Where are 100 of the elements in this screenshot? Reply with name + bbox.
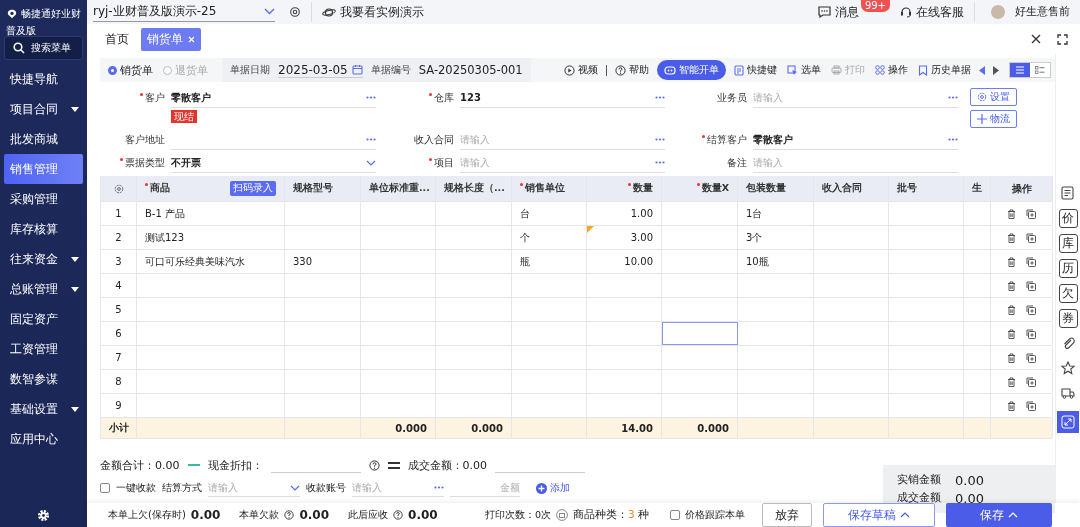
input-field[interactable]: 123 [460, 88, 665, 108]
copy-add-icon[interactable] [1026, 256, 1036, 267]
toolbar-button[interactable]: 快捷键 [732, 63, 779, 77]
side-tool-button[interactable]: 券 [1058, 308, 1078, 328]
trash-icon[interactable] [1007, 400, 1016, 411]
toolbar-button[interactable]: 选单 [785, 63, 823, 77]
copy-add-icon[interactable] [1026, 352, 1036, 363]
toolbar-button[interactable]: 操作 [873, 63, 910, 77]
stat-label: 本单欠款 [239, 508, 280, 522]
view-toggle[interactable] [1010, 63, 1030, 77]
required-marker [429, 93, 432, 96]
side-tool-button[interactable]: 欠 [1058, 283, 1078, 303]
scan-entry-button[interactable]: 扫码录入 [230, 181, 276, 196]
grid-icon [875, 65, 885, 75]
more-icon[interactable] [948, 138, 958, 141]
date-field[interactable]: 2025-03-05 [278, 62, 363, 78]
toolbar-button[interactable]: 视频 [562, 63, 600, 77]
expand-button[interactable] [1057, 411, 1079, 433]
account-select[interactable]: ryj-业财普及版演示-25 [93, 2, 275, 22]
trash-icon[interactable] [1007, 232, 1016, 243]
paperclip-icon[interactable] [1061, 336, 1075, 350]
caret-icon [71, 106, 79, 112]
copy-add-icon[interactable] [1026, 232, 1036, 243]
trash-icon[interactable] [1007, 352, 1016, 363]
discard-button[interactable]: 放弃 [762, 503, 812, 527]
copy-add-icon[interactable] [1026, 400, 1036, 411]
summary-value: 0.00 [955, 472, 984, 488]
nav-item[interactable]: 工资管理 [0, 334, 87, 364]
copy-add-icon[interactable] [1026, 208, 1036, 219]
menu-search-button[interactable]: 搜索菜单 [4, 36, 83, 60]
nav-item[interactable]: 销售管理 [4, 154, 83, 184]
save-draft-button[interactable]: 保存草稿 [823, 503, 935, 527]
more-icon[interactable] [655, 138, 665, 141]
copy-add-icon[interactable] [1026, 328, 1036, 339]
star-icon[interactable] [1061, 361, 1075, 375]
support-link[interactable]: 在线客服 [900, 4, 964, 20]
selected-cell[interactable] [662, 322, 738, 345]
page-tab[interactable]: 销货单 [141, 27, 201, 51]
trash-icon[interactable] [1007, 304, 1016, 315]
table-cell: 个 [520, 230, 530, 245]
settings-icon[interactable] [289, 6, 301, 18]
messages-link[interactable]: 消息 [817, 4, 859, 20]
more-icon[interactable] [366, 138, 376, 141]
nav-item[interactable]: 库存核算 [0, 214, 87, 244]
nav-item[interactable]: 快捷导航 [0, 64, 87, 94]
toolbar-button[interactable]: 帮助 [613, 63, 651, 77]
previous-icon[interactable] [979, 65, 986, 75]
column-header: 商品 [145, 182, 170, 195]
nav-item[interactable]: 固定资产 [0, 304, 87, 334]
view-toggle[interactable] [1030, 63, 1050, 77]
nav-item[interactable]: 应用中心 [0, 424, 87, 454]
nav-item[interactable]: 基础设置 [0, 394, 87, 424]
more-icon[interactable] [655, 96, 665, 99]
fullscreen-icon[interactable] [1057, 33, 1068, 45]
copy-add-icon[interactable] [1026, 376, 1036, 387]
stat-value: 0.00 [299, 508, 330, 522]
nav-item[interactable]: 采购管理 [0, 184, 87, 214]
table-cell: 1台 [746, 206, 763, 221]
caret-up-icon [900, 512, 910, 518]
input-field[interactable]: 零散客户 [171, 88, 376, 108]
help-icon[interactable] [284, 510, 295, 520]
page-tab[interactable]: 首页 [99, 27, 135, 51]
copy-add-icon[interactable] [1026, 280, 1036, 291]
side-tool-button[interactable]: 历 [1058, 258, 1078, 278]
nav-item[interactable]: 往来资金 [0, 244, 87, 274]
outline-button[interactable]: 设置 [970, 88, 1017, 106]
nav-item[interactable]: 项目合同 [0, 94, 87, 124]
chat-icon [817, 6, 831, 18]
trash-icon[interactable] [1007, 280, 1016, 291]
more-icon[interactable] [655, 161, 665, 164]
chevron-down-icon[interactable] [366, 159, 376, 166]
side-tool-button[interactable]: 库 [1058, 233, 1078, 253]
checkbox[interactable] [670, 510, 680, 520]
smart-order-button[interactable]: 智能开单 [657, 60, 726, 80]
side-tool-button[interactable]: 价 [1058, 208, 1078, 228]
nav-item[interactable]: 总账管理 [0, 274, 87, 304]
save-button[interactable]: 保存 [946, 503, 1052, 527]
nav-item[interactable]: 批发商城 [0, 124, 87, 154]
next-icon[interactable] [992, 65, 999, 75]
truck-icon[interactable] [1061, 387, 1075, 399]
trash-icon[interactable] [1007, 256, 1016, 267]
more-icon[interactable] [366, 96, 376, 99]
help-icon[interactable] [368, 459, 380, 471]
more-icon[interactable] [948, 96, 958, 99]
checkbox[interactable] [100, 483, 110, 493]
toolbar-button[interactable]: 历史单据 [916, 63, 973, 77]
input-field[interactable]: 不开票 [171, 153, 376, 173]
document-icon[interactable] [1061, 186, 1075, 200]
add-link[interactable]: 添加 [536, 481, 570, 495]
doc-type-radio[interactable]: 销货单 [108, 62, 153, 78]
trash-icon[interactable] [1007, 376, 1016, 387]
outline-button[interactable]: 物流 [970, 110, 1017, 128]
input-field[interactable]: 零散客户 [753, 130, 958, 150]
close-icon[interactable] [1031, 34, 1041, 44]
trash-icon[interactable] [1007, 328, 1016, 339]
demo-link[interactable]: 我要看实例演示 [322, 4, 424, 20]
nav-item[interactable]: 数智参谋 [0, 364, 87, 394]
help-icon[interactable] [393, 510, 404, 520]
trash-icon[interactable] [1007, 208, 1016, 219]
copy-add-icon[interactable] [1026, 304, 1036, 315]
